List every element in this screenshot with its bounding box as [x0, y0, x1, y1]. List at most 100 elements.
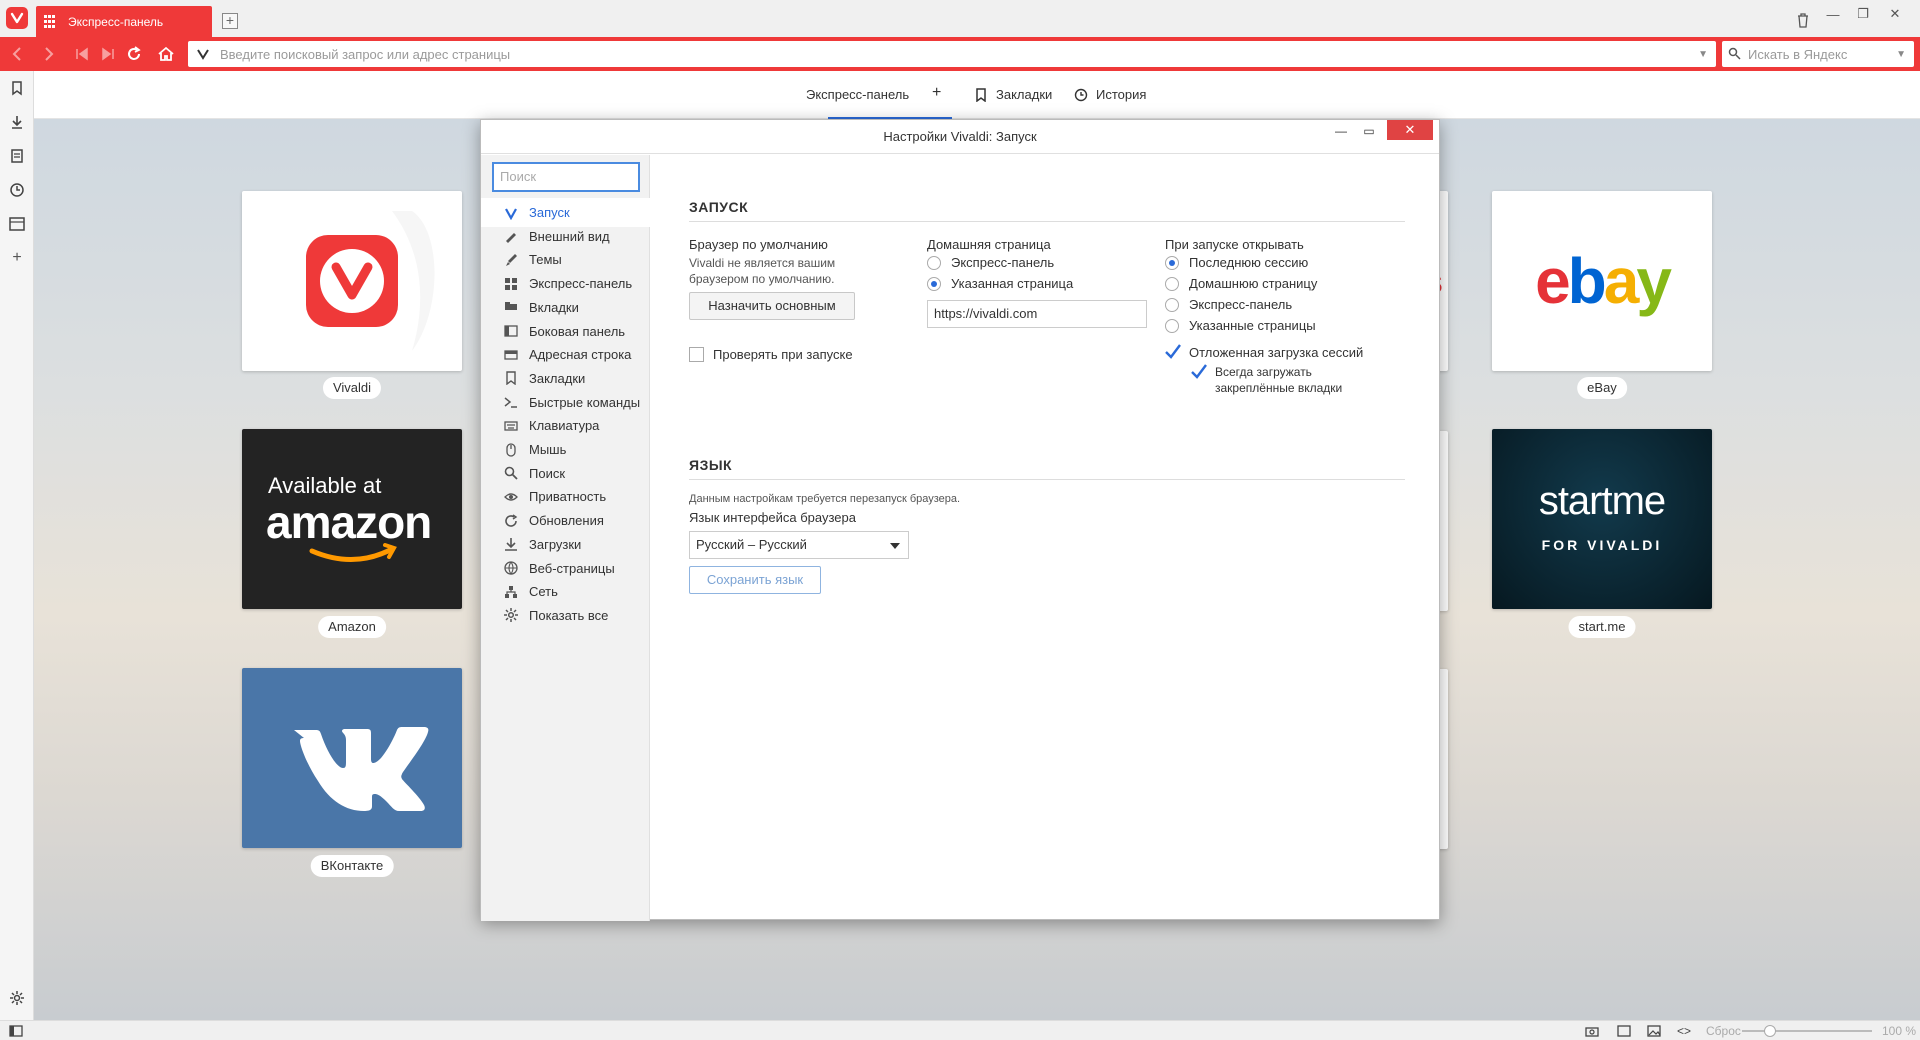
- images-toggle-icon[interactable]: [1646, 1023, 1662, 1039]
- on-start-heading: При запуске открывать: [1165, 237, 1304, 252]
- screenshot-icon[interactable]: [1584, 1023, 1600, 1039]
- speed-dial-tile-amazon[interactable]: Available at amazon: [242, 429, 462, 609]
- section-title-language: ЯЗЫК: [689, 457, 733, 473]
- status-bar: <> Сброс 100 %: [0, 1020, 1920, 1040]
- vivaldi-logo-icon: [10, 12, 24, 24]
- url-field[interactable]: Введите поисковый запрос или адрес стран…: [188, 41, 1716, 67]
- sidebar-item-label: Закладки: [529, 370, 586, 386]
- forward-button[interactable]: [36, 43, 60, 65]
- settings-sidebar: Поиск Запуск Внешний вид Темы Экспресс-пане…: [481, 155, 650, 921]
- speed-dial-tile-vk[interactable]: [242, 668, 462, 848]
- make-default-button[interactable]: Назначить основным: [689, 292, 855, 320]
- zoom-slider[interactable]: [1742, 1030, 1872, 1032]
- tile-label: Vivaldi: [322, 377, 382, 399]
- mouse-icon: [503, 442, 519, 458]
- sidebar-item-label: Веб-страницы: [529, 560, 615, 576]
- minimize-window-button[interactable]: —: [1818, 0, 1848, 28]
- load-pinned-label-line2: закреплённые вкладки: [1215, 381, 1343, 395]
- sidebar-item-label: Внешний вид: [529, 228, 610, 244]
- section-title-startup: ЗАПУСК: [689, 199, 749, 215]
- fast-forward-button[interactable]: [96, 43, 120, 65]
- downloads-panel-icon[interactable]: [8, 113, 26, 131]
- refresh-icon: [503, 513, 519, 529]
- dialog-title: Настройки Vivaldi: Запуск: [883, 129, 1037, 144]
- zoom-slider-handle[interactable]: [1764, 1025, 1776, 1037]
- on-start-radio-homepage[interactable]: [1165, 277, 1179, 291]
- tiling-icon[interactable]: [1616, 1023, 1632, 1039]
- page-actions-icon[interactable]: <>: [1676, 1023, 1692, 1039]
- lazy-load-checkbox[interactable]: [1164, 343, 1182, 361]
- on-start-option-label: Указанные страницы: [1189, 318, 1316, 333]
- on-start-option-label: Домашнюю страницу: [1189, 276, 1318, 291]
- command-icon: [503, 394, 519, 410]
- homepage-radio-speed-dial[interactable]: [927, 256, 941, 270]
- new-tab-button[interactable]: +: [222, 13, 238, 29]
- history-nav-item[interactable]: История: [1074, 87, 1146, 102]
- speed-dial-nav-item[interactable]: Экспресс-панель: [806, 87, 909, 102]
- load-pinned-label-line1: Всегда загружать: [1215, 365, 1312, 379]
- load-pinned-checkbox[interactable]: [1190, 363, 1208, 381]
- on-start-radio-speed-dial[interactable]: [1165, 298, 1179, 312]
- add-speed-dial-button[interactable]: +: [932, 84, 941, 102]
- home-button[interactable]: [154, 43, 178, 65]
- trash-icon[interactable]: [1788, 6, 1818, 34]
- homepage-url-input[interactable]: https://vivaldi.com: [927, 300, 1147, 328]
- language-selected-value: Русский – Русский: [696, 537, 807, 552]
- bookmark-icon: [503, 370, 519, 386]
- settings-gear-icon[interactable]: [8, 989, 26, 1007]
- speed-dial-tile-ebay[interactable]: ebay: [1492, 191, 1712, 371]
- lazy-load-label: Отложенная загрузка сессий: [1189, 345, 1364, 360]
- section-divider: [689, 479, 1405, 480]
- ebay-logo: ebay: [1535, 245, 1672, 317]
- sidebar-item-label: Клавиатура: [529, 418, 600, 434]
- sidebar-item[interactable]: Показать все: [481, 601, 650, 630]
- dialog-maximize-button[interactable]: ▭: [1355, 120, 1383, 142]
- url-history-dropdown-icon[interactable]: ▼: [1698, 49, 1708, 60]
- rewind-button[interactable]: [70, 43, 94, 65]
- back-button[interactable]: [6, 43, 30, 65]
- amazon-smile-icon: [309, 543, 397, 562]
- dialog-close-button[interactable]: ✕: [1387, 120, 1433, 140]
- speed-dial-tile-vivaldi[interactable]: [242, 191, 462, 371]
- tile-label: ВКонтакте: [310, 855, 394, 877]
- notes-panel-icon[interactable]: [8, 147, 26, 165]
- on-start-radio-last-session[interactable]: [1165, 256, 1179, 270]
- on-start-radio-specific-pages[interactable]: [1165, 319, 1179, 333]
- homepage-option-label: Указанная страница: [951, 276, 1074, 291]
- bookmarks-nav-item[interactable]: Закладки: [974, 87, 1052, 102]
- dialog-minimize-button[interactable]: —: [1327, 120, 1355, 142]
- speed-dial-tile-startme[interactable]: startme FOR VIVALDI: [1492, 429, 1712, 609]
- tile-label: Amazon: [318, 616, 386, 638]
- toggle-panel-icon[interactable]: [8, 1023, 24, 1039]
- forward-icon: [45, 47, 54, 61]
- sidebar-item-label: Запуск: [529, 205, 570, 220]
- add-web-panel-icon[interactable]: +: [8, 249, 26, 267]
- vivaldi-menu-button[interactable]: [6, 7, 28, 29]
- network-icon: [503, 584, 519, 600]
- eye-icon: [503, 489, 519, 505]
- reload-button[interactable]: [122, 43, 146, 65]
- default-browser-note-line1: Vivaldi не является вашим: [689, 256, 836, 270]
- search-engine-dropdown-icon[interactable]: ▼: [1896, 49, 1906, 60]
- history-panel-icon[interactable]: [8, 181, 26, 199]
- bookmarks-panel-icon[interactable]: [8, 79, 26, 97]
- search-field[interactable]: Искать в Яндекс ▼: [1722, 41, 1914, 67]
- vk-logo-icon: [294, 727, 429, 811]
- language-select[interactable]: Русский – Русский: [689, 531, 909, 559]
- home-icon: [158, 46, 174, 61]
- settings-search-input[interactable]: Поиск: [492, 162, 640, 192]
- tab-speed-dial[interactable]: Экспресс-панель: [36, 6, 212, 37]
- web-panel-icon[interactable]: [8, 215, 26, 233]
- speed-dial-header: Экспресс-панель + Закладки История: [34, 71, 1920, 119]
- panel-icon: [503, 323, 519, 339]
- save-language-button[interactable]: Сохранить язык: [689, 566, 821, 594]
- zoom-reset-label[interactable]: Сброс: [1706, 1024, 1741, 1038]
- download-icon: [503, 536, 519, 552]
- check-on-start-checkbox[interactable]: [689, 347, 704, 362]
- close-window-button[interactable]: ✕: [1880, 0, 1910, 28]
- rewind-icon: [76, 47, 88, 61]
- restore-window-button[interactable]: ❐: [1848, 0, 1878, 28]
- check-on-start-label: Проверять при запуске: [713, 347, 853, 362]
- tile-label: start.me: [1568, 616, 1636, 638]
- homepage-radio-specific-page[interactable]: [927, 277, 941, 291]
